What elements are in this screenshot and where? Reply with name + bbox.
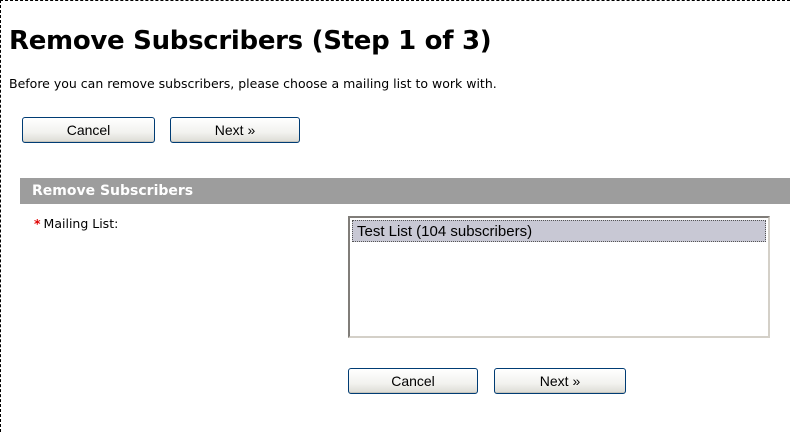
mailing-list-label: * Mailing List: bbox=[34, 216, 118, 231]
next-button-bottom[interactable]: Next » bbox=[494, 368, 626, 394]
panel-header: Remove Subscribers bbox=[20, 178, 790, 204]
page-title: Remove Subscribers (Step 1 of 3) bbox=[9, 26, 492, 56]
intro-text: Before you can remove subscribers, pleas… bbox=[9, 76, 497, 91]
mailing-list-option-selected[interactable]: Test List (104 subscribers) bbox=[352, 220, 766, 242]
mailing-list-select[interactable]: Test List (104 subscribers) bbox=[348, 216, 770, 338]
cancel-button-top[interactable]: Cancel bbox=[22, 117, 155, 143]
mailing-list-label-text: Mailing List: bbox=[43, 216, 119, 231]
required-marker: * bbox=[34, 216, 41, 231]
cancel-button-bottom[interactable]: Cancel bbox=[348, 368, 478, 394]
next-button-top[interactable]: Next » bbox=[170, 117, 300, 143]
panel-header-title: Remove Subscribers bbox=[32, 183, 194, 199]
